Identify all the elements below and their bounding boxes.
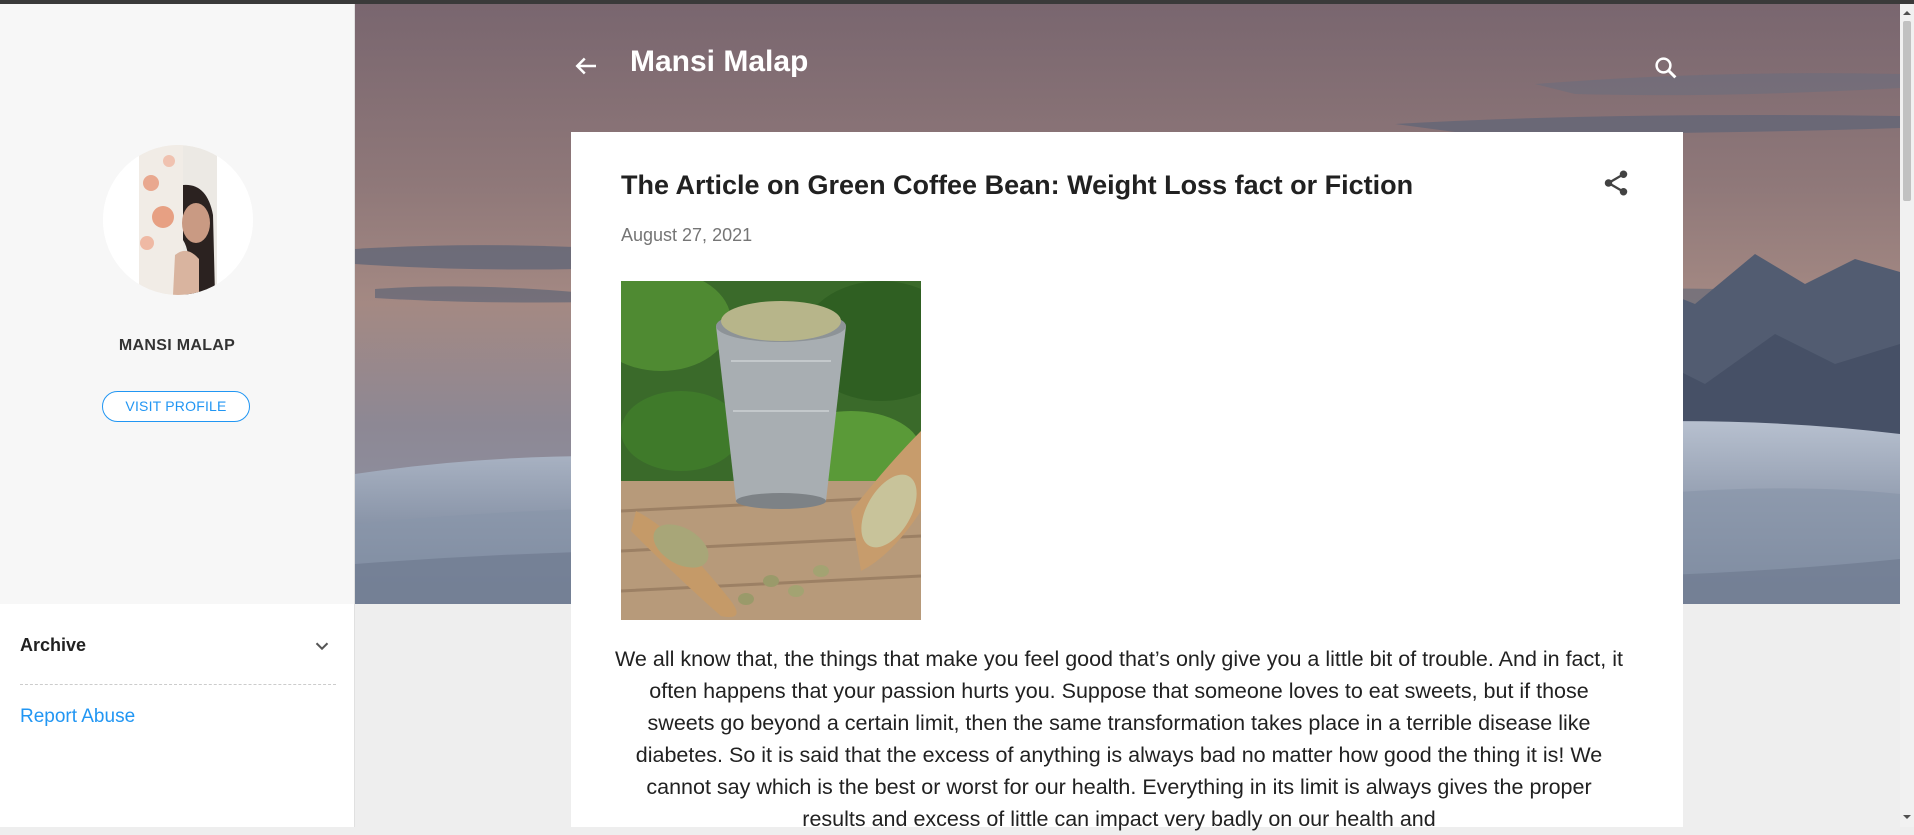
sidebar: MANSI MALAP VISIT PROFILE Archive Report… [0,4,355,827]
share-icon[interactable] [1601,168,1631,198]
scrollbar-thumb[interactable] [1903,21,1911,201]
scroll-down-arrow-icon[interactable] [1900,810,1914,824]
report-abuse-link[interactable]: Report Abuse [20,706,135,728]
top-border [0,0,1914,4]
post-body: We all know that, the things that make y… [615,647,1623,831]
visit-profile-button[interactable]: VISIT PROFILE [102,391,250,422]
profile-section: MANSI MALAP VISIT PROFILE [0,4,354,604]
blog-title[interactable]: Mansi Malap [630,45,808,79]
page-scrollbar[interactable] [1900,4,1914,827]
scroll-up-arrow-icon[interactable] [1900,6,1914,20]
search-icon[interactable] [1651,53,1681,83]
archive-toggle[interactable]: Archive [20,628,336,685]
post-title[interactable]: The Article on Green Coffee Bean: Weight… [621,170,1413,201]
arrow-left-icon[interactable] [571,51,601,81]
post-image [621,281,921,620]
chevron-down-icon[interactable] [311,635,333,657]
post-card: The Article on Green Coffee Bean: Weight… [571,132,1683,831]
post-date[interactable]: August 27, 2021 [621,225,752,246]
avatar[interactable] [103,145,253,295]
profile-name: MANSI MALAP [118,337,236,354]
archive-label: Archive [20,635,87,655]
